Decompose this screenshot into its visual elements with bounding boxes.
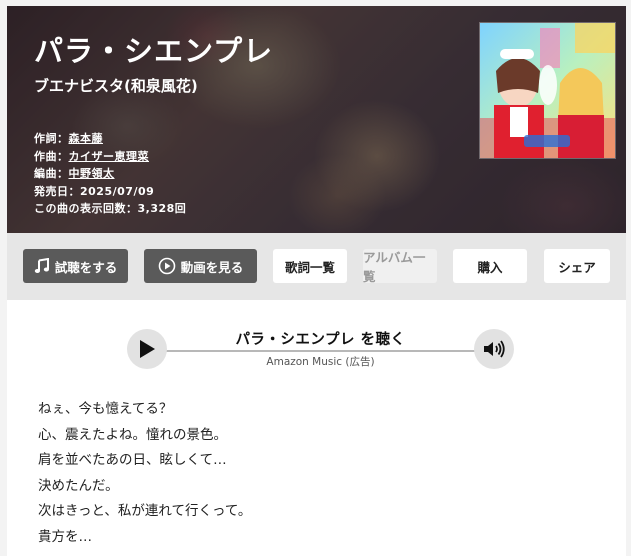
lyrics-list-button[interactable]: 歌詞一覧 (273, 249, 347, 283)
artist-name: ブエナビスタ(和泉風花) (34, 77, 198, 95)
lyricist-label: 作詞： (34, 132, 69, 145)
arranger-link[interactable]: 中野領太 (69, 167, 115, 180)
release-date-value: 2025/07/09 (80, 184, 155, 198)
buy-button-label: 購入 (477, 259, 503, 275)
release-date-row: 発売日：2025/07/09 (34, 183, 186, 201)
album-cover-art (480, 23, 615, 158)
speaker-icon (484, 340, 505, 358)
album-cover[interactable] (479, 22, 616, 159)
composer-label: 作曲： (34, 149, 69, 163)
composer-link[interactable]: カイザー恵理菜 (69, 150, 150, 163)
arranger-label: 編曲： (34, 167, 69, 180)
action-bar: 試聴をする 動画を見る 歌詞一覧 アルバム一覧 購入 シェア (7, 233, 626, 300)
play-button[interactable] (127, 329, 167, 369)
arranger-row: 編曲：中野領太 (34, 165, 186, 183)
album-list-button-label: アルバム一覧 (363, 250, 426, 284)
play-circle-icon (158, 257, 176, 275)
listen-button-label: 試聴をする (54, 259, 118, 275)
song-title: パラ・シエンプレ (34, 34, 274, 68)
lyric-line: 決めたんだ。 (38, 477, 119, 494)
composer-row: 作曲：カイザー恵理菜 (34, 148, 186, 166)
buy-button[interactable]: 購入 (453, 249, 527, 283)
listen-button[interactable]: 試聴をする (23, 249, 128, 283)
lyrics-list-button-label: 歌詞一覧 (284, 259, 335, 275)
release-date-label: 発売日： (34, 184, 80, 198)
lyricist-link[interactable]: 森本藤 (69, 132, 104, 145)
lyric-line: ねぇ、今も憶えてる？ (38, 401, 173, 417)
view-count-label: この曲の表示回数： (34, 202, 138, 215)
song-meta: 作詞：森本藤 作曲：カイザー恵理菜 編曲：中野領太 発売日：2025/07/09… (34, 130, 186, 218)
lyric-line: 次はきっと、私が連れて行くって。 (38, 503, 252, 519)
view-count-value: 3,328回 (137, 202, 187, 215)
view-count-row: この曲の表示回数：3,328回 (34, 200, 186, 218)
watch-video-button[interactable]: 動画を見る (144, 249, 257, 283)
lyrics-body: ねぇ、今も憶えてる？ 心、震えたよね。憧れの景色。 肩を並べたあの日、眩しくて…… (38, 397, 251, 550)
player-text: パラ・シエンプレ を聴く Amazon Music (広告) (167, 329, 474, 369)
play-icon (140, 340, 155, 358)
song-header: パラ・シエンプレ ブエナビスタ(和泉風花) 作詞：森本藤 作曲：カイザー恵理菜 … (7, 6, 626, 233)
amazon-music-player: パラ・シエンプレ を聴く Amazon Music (広告) (127, 329, 514, 371)
song-page: パラ・シエンプレ ブエナビスタ(和泉風花) 作詞：森本藤 作曲：カイザー恵理菜 … (7, 6, 626, 556)
volume-button[interactable] (474, 329, 514, 369)
lyricist-row: 作詞：森本藤 (34, 130, 186, 148)
listen-on-amazon-label[interactable]: パラ・シエンプレ を聴く (227, 330, 414, 350)
music-note-icon (34, 258, 49, 273)
amazon-music-ad-label: Amazon Music (広告) (266, 356, 375, 368)
lyric-line: 心、震えたよね。憧れの景色。 (38, 426, 227, 443)
album-list-button: アルバム一覧 (363, 249, 437, 284)
watch-video-button-label: 動画を見る (180, 259, 244, 275)
share-button[interactable]: シェア (544, 249, 610, 283)
lyric-line: 貴方を… (38, 528, 92, 545)
lyric-line: 肩を並べたあの日、眩しくて… (38, 452, 227, 468)
share-button-label: シェア (558, 259, 596, 275)
